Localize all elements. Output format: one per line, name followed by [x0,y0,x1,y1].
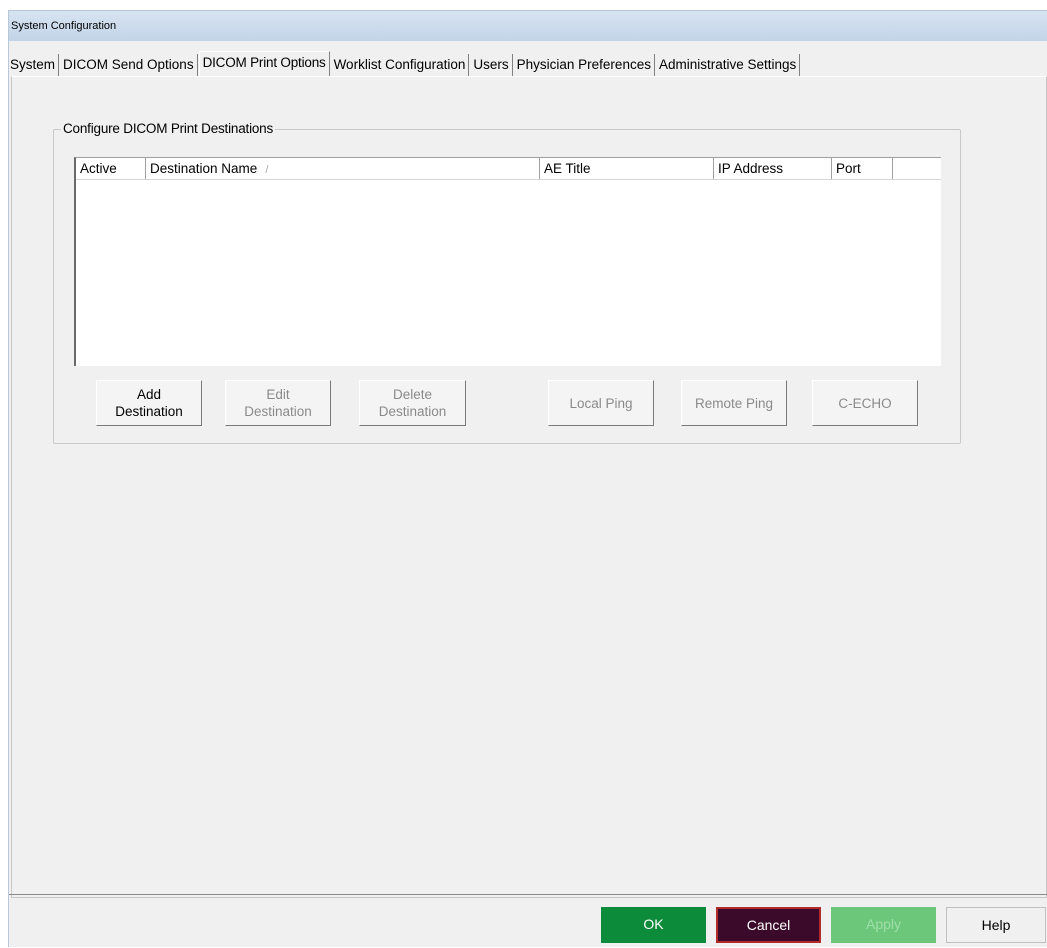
tab-dicom-print-options[interactable]: DICOM Print Options [198,51,330,76]
column-header-ae-title[interactable]: AE Title [540,158,714,179]
column-header-destination-name[interactable]: Destination Name / [146,158,540,179]
print-destinations-group: Configure DICOM Print Destinations Activ… [53,121,961,444]
tab-physician-preferences[interactable]: Physician Preferences [514,54,655,76]
group-title: Configure DICOM Print Destinations [61,121,276,136]
list-header: Active Destination Name / AE Title IP Add… [76,158,941,180]
edit-destination-button[interactable]: Edit Destination [225,380,331,426]
sort-indicator-icon: / [265,164,269,176]
window-title: System Configuration [9,11,1047,41]
tab-worklist-configuration[interactable]: Worklist Configuration [331,54,470,76]
delete-destination-button[interactable]: Delete Destination [359,380,466,426]
tab-dicom-send-options[interactable]: DICOM Send Options [60,54,198,76]
column-header-ip-address[interactable]: IP Address [714,158,832,179]
ok-button[interactable]: OK [601,907,706,943]
apply-button[interactable]: Apply [831,907,936,943]
tab-strip: System DICOM Send Options DICOM Print Opti… [9,51,801,76]
column-header-active[interactable]: Active [76,158,146,179]
local-ping-button[interactable]: Local Ping [548,380,654,426]
destinations-list[interactable]: Active Destination Name / AE Title IP Add… [74,157,941,366]
system-configuration-window: System Configuration System DICOM Send Op… [8,10,1047,947]
help-button[interactable]: Help [946,907,1046,943]
tab-system[interactable]: System [9,54,60,76]
dicom-print-options-page: Configure DICOM Print Destinations Activ… [11,76,1047,898]
tab-users[interactable]: Users [470,54,513,76]
dialog-button-bar: OK Cancel Apply Help [9,894,1047,948]
tab-administrative-settings[interactable]: Administrative Settings [656,54,801,76]
add-destination-button[interactable]: Add Destination [96,380,202,426]
column-header-port[interactable]: Port [832,158,893,179]
c-echo-button[interactable]: C-ECHO [812,380,918,426]
cancel-button[interactable]: Cancel [716,907,821,943]
remote-ping-button[interactable]: Remote Ping [681,380,787,426]
